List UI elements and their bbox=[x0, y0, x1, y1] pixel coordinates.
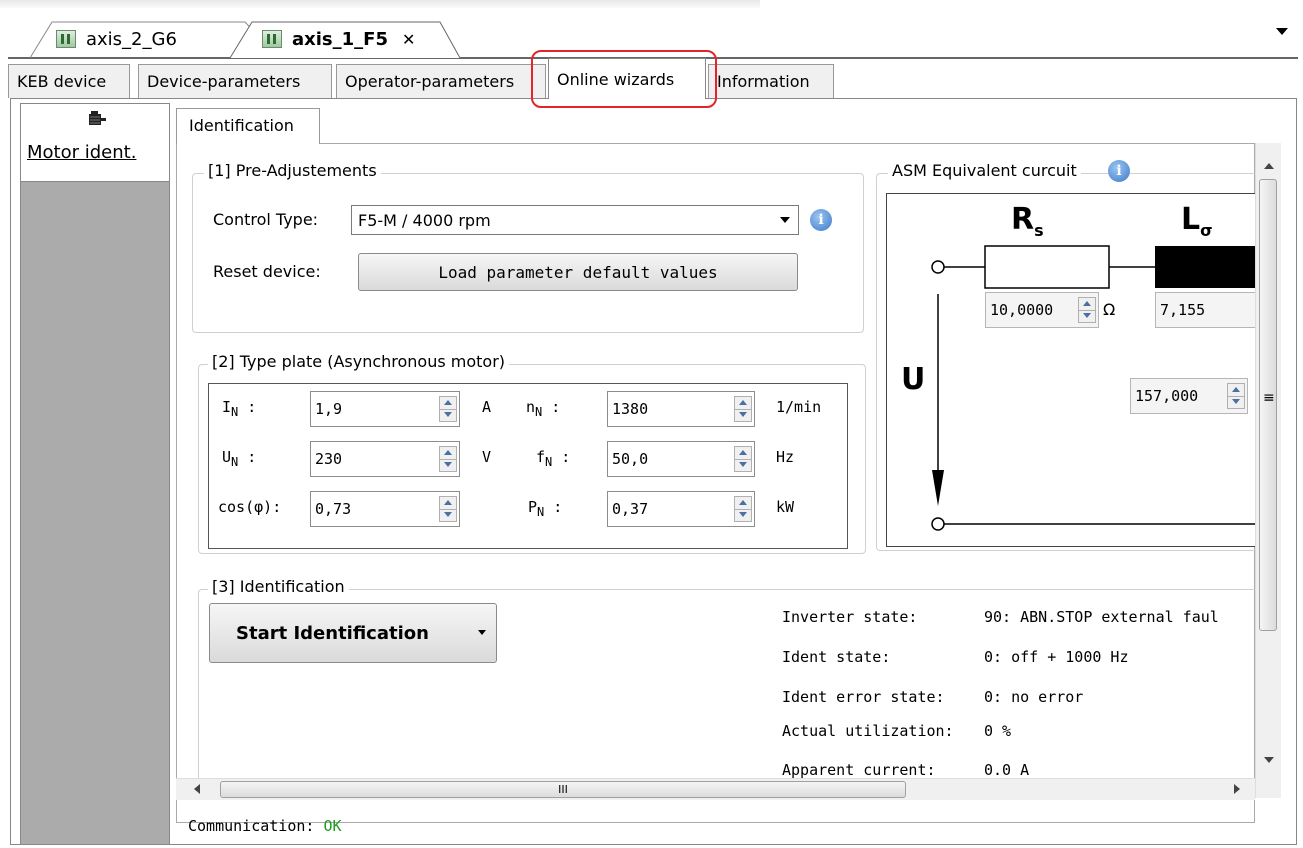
voltage-symbol: U bbox=[901, 362, 926, 397]
speed-unit: 1/min bbox=[776, 398, 822, 416]
device-icon bbox=[56, 30, 76, 48]
communication-status: Communication: OK bbox=[188, 817, 342, 835]
apparent-current-label: Apparent current: bbox=[782, 761, 936, 778]
inverter-state-value: 90: ABN.STOP external faul bbox=[984, 608, 1219, 626]
reset-device-label: Reset device: bbox=[213, 262, 321, 281]
rated-frequency-input[interactable]: 50,0 bbox=[607, 441, 755, 477]
close-icon[interactable]: ✕ bbox=[402, 30, 415, 49]
equivalent-circuit-title: ASM Equivalent curcuit bbox=[888, 161, 1081, 180]
communication-label: Communication: bbox=[188, 817, 315, 835]
cos-phi-input[interactable]: 0,73 bbox=[310, 491, 460, 527]
frequency-label: fN : bbox=[536, 448, 571, 469]
control-type-value: F5-M / 4000 rpm bbox=[358, 210, 491, 230]
ident-error-state-value: 0: no error bbox=[984, 688, 1084, 706]
chevron-down-icon[interactable] bbox=[478, 630, 486, 635]
scroll-grip-icon: III bbox=[558, 783, 568, 796]
button-label: Start Identification bbox=[236, 622, 429, 644]
chevron-down-icon bbox=[780, 217, 790, 223]
wizard-sidebar: Motor ident. bbox=[20, 103, 170, 845]
tab-label: Device-parameters bbox=[147, 72, 301, 91]
identification-title: [3] Identification bbox=[208, 577, 349, 596]
inverter-state-label: Inverter state: bbox=[782, 608, 918, 626]
rs-symbol: Rs bbox=[1011, 202, 1044, 240]
spin-buttons[interactable] bbox=[439, 496, 457, 522]
equivalent-circuit-diagram: Rs Lσ U 10,0000 Ω 7,155 157,000 bbox=[886, 193, 1259, 547]
scroll-down-icon[interactable] bbox=[1264, 757, 1274, 763]
horizontal-scrollbar[interactable]: III bbox=[176, 778, 1255, 800]
info-icon[interactable]: i bbox=[810, 209, 832, 231]
horizontal-scroll-thumb[interactable]: III bbox=[220, 781, 906, 798]
spin-buttons[interactable] bbox=[1227, 383, 1245, 409]
circuit-drawing bbox=[931, 245, 1257, 531]
start-identification-button[interactable]: Start Identification bbox=[209, 603, 497, 663]
doc-tab-axis-2[interactable]: axis_2_G6 bbox=[56, 22, 177, 56]
ident-state-value: 0: off + 1000 Hz bbox=[984, 648, 1129, 666]
tab-list-dropdown-icon[interactable] bbox=[1276, 28, 1288, 35]
motor-icon bbox=[89, 111, 106, 125]
tab-operator-parameters[interactable]: Operator-parameters bbox=[336, 64, 546, 98]
power-label: PN : bbox=[528, 498, 563, 519]
doc-tab-label: axis_1_F5 bbox=[292, 28, 388, 50]
tab-keb-device[interactable]: KEB device bbox=[8, 64, 130, 98]
control-type-label: Control Type: bbox=[213, 210, 319, 229]
spin-buttons[interactable] bbox=[734, 446, 752, 472]
rated-current-input[interactable]: 1,9 bbox=[310, 391, 460, 427]
apparent-current-value: 0.0 A bbox=[984, 761, 1030, 778]
scroll-left-icon[interactable] bbox=[194, 784, 200, 794]
rated-power-input[interactable]: 0,37 bbox=[607, 491, 755, 527]
speed-label: nN : bbox=[526, 398, 561, 419]
actual-utilization-value: 0 % bbox=[984, 722, 1012, 740]
device-icon bbox=[262, 30, 282, 48]
spin-buttons[interactable] bbox=[1078, 297, 1096, 323]
control-type-select[interactable]: F5-M / 4000 rpm bbox=[351, 205, 799, 235]
highlight-annotation bbox=[531, 50, 717, 108]
current-label: IN : bbox=[222, 398, 257, 419]
ident-state-label: Ident state: bbox=[782, 648, 891, 666]
doc-tab-axis-1[interactable]: axis_1_F5 ✕ bbox=[262, 22, 415, 56]
spin-buttons[interactable] bbox=[734, 396, 752, 422]
spin-buttons[interactable] bbox=[439, 396, 457, 422]
doc-tab-label: axis_2_G6 bbox=[86, 28, 177, 50]
ohm-unit: Ω bbox=[1103, 300, 1116, 319]
ident-error-state-label: Ident error state: bbox=[782, 688, 945, 706]
tab-device-parameters[interactable]: Device-parameters bbox=[138, 64, 332, 98]
tab-label: Identification bbox=[189, 116, 294, 135]
tab-label: Information bbox=[717, 72, 810, 91]
vertical-scroll-thumb[interactable]: ≡ bbox=[1259, 179, 1277, 631]
tab-label: Operator-parameters bbox=[345, 72, 515, 91]
circuit-value-input[interactable]: 157,000 bbox=[1130, 378, 1248, 414]
ls-symbol: Lσ bbox=[1181, 202, 1213, 240]
stator-resistance-input[interactable]: 10,0000 bbox=[985, 292, 1099, 328]
tab-label: KEB device bbox=[17, 72, 107, 91]
spin-buttons[interactable] bbox=[439, 446, 457, 472]
scroll-grip-icon: ≡ bbox=[1263, 390, 1275, 406]
vertical-scrollbar[interactable]: ≡ bbox=[1255, 143, 1281, 798]
button-label: Load parameter default values bbox=[438, 262, 718, 282]
type-plate-title: [2] Type plate (Asynchronous motor) bbox=[208, 352, 510, 371]
info-icon[interactable]: i bbox=[1108, 160, 1130, 182]
scroll-right-icon[interactable] bbox=[1234, 784, 1240, 794]
sidebar-item-motor-ident[interactable]: Motor ident. bbox=[21, 104, 169, 182]
cos-phi-label: cos(φ): bbox=[218, 498, 282, 516]
current-unit: A bbox=[482, 398, 492, 416]
voltage-label: UN : bbox=[222, 448, 257, 469]
scroll-up-icon[interactable] bbox=[1264, 163, 1274, 169]
communication-value: OK bbox=[323, 817, 342, 835]
voltage-unit: V bbox=[482, 448, 492, 466]
pre-adjustments-title: [1] Pre-Adjustements bbox=[204, 161, 381, 180]
frequency-unit: Hz bbox=[776, 448, 795, 466]
rated-voltage-input[interactable]: 230 bbox=[310, 441, 460, 477]
tab-information[interactable]: Information bbox=[708, 64, 834, 98]
rated-speed-input[interactable]: 1380 bbox=[607, 391, 755, 427]
spin-buttons[interactable] bbox=[734, 496, 752, 522]
actual-utilization-label: Actual utilization: bbox=[782, 722, 954, 740]
load-defaults-button[interactable]: Load parameter default values bbox=[358, 253, 798, 291]
tab-identification[interactable]: Identification bbox=[176, 108, 320, 144]
leakage-inductance-input[interactable]: 7,155 bbox=[1155, 292, 1259, 328]
sidebar-item-label: Motor ident. bbox=[27, 142, 137, 163]
power-unit: kW bbox=[776, 498, 795, 516]
